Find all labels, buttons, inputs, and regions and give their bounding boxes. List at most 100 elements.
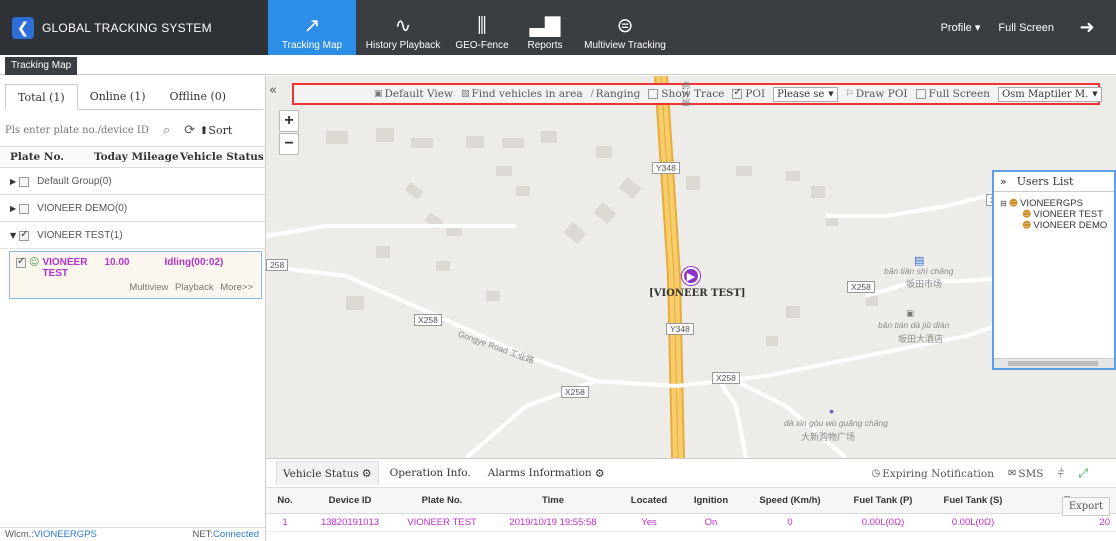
vehicle-marker-icon[interactable]: ▶ — [682, 267, 700, 285]
default-view-label: Default View — [384, 88, 453, 100]
nav-tracking-map-label: Tracking Map — [281, 40, 343, 51]
refresh-icon[interactable]: ⟳ — [184, 123, 195, 138]
shopping-icon: ● — [829, 406, 835, 416]
gear-icon[interactable]: ⚙ — [595, 467, 605, 480]
poi-checkbox[interactable] — [732, 87, 743, 99]
nav-multiview-tracking[interactable]: ⊜ Multiview Tracking — [576, 0, 674, 55]
vehicle-name: VIONEER TEST — [42, 257, 88, 279]
logout-icon[interactable]: ➜ — [1072, 13, 1102, 43]
tab-offline[interactable]: Offline (0) — [158, 84, 239, 109]
place-name: 坂田大酒店 — [898, 334, 944, 344]
tab-operation-info[interactable]: Operation Info. — [384, 462, 477, 484]
group-checkbox[interactable] — [19, 176, 30, 187]
nav-reports[interactable]: ▃▇ Reports — [514, 0, 576, 55]
zoom-out-button[interactable]: − — [279, 133, 299, 155]
area-select-icon: ▧ — [460, 89, 470, 99]
default-view-button[interactable]: ▣ Default View — [374, 88, 453, 100]
group-vioneer-test[interactable]: ▼ VIONEER TEST(1) — [0, 223, 265, 249]
poi-toggle[interactable]: POI — [732, 87, 765, 100]
multiview-link[interactable]: Multiview — [129, 282, 168, 293]
tree-item[interactable]: ☻ VIONEER TEST — [1000, 209, 1114, 220]
ranging-label: Ranging — [595, 88, 641, 100]
place-pinyin: dà xīn gòu wù guǎng chǎng — [784, 418, 888, 428]
search-icon[interactable]: ⌕ — [163, 123, 170, 138]
collapse-left-panel-icon[interactable]: « — [269, 83, 277, 98]
cell-plate-no: VIONEER TEST — [396, 513, 488, 532]
nav-history-playback-label: History Playback — [365, 40, 441, 51]
tab-alarms-information[interactable]: Alarms Information ⚙ — [482, 462, 611, 485]
tab-tracking-map[interactable]: Tracking Map — [5, 57, 78, 75]
expiring-notification-button[interactable]: ◷ Expiring Notification — [871, 468, 994, 480]
table-header-row: No. Device ID Plate No. Time Located Ign… — [266, 487, 1116, 514]
more-link[interactable]: More>> — [220, 282, 253, 293]
collapse-users-list-icon[interactable]: » — [1000, 175, 1007, 188]
tree-root[interactable]: ⊟ ☻ VIONEERGPS — [1000, 198, 1114, 209]
users-list-header: » Users List — [994, 172, 1114, 192]
sms-label: SMS — [1018, 467, 1044, 480]
tab-vehicle-status[interactable]: Vehicle Status ⚙ — [276, 461, 379, 485]
full-screen-button[interactable]: Full Screen — [998, 22, 1054, 34]
expand-arrow-icon[interactable]: ▶ — [10, 204, 16, 213]
group-checkbox[interactable] — [19, 203, 30, 214]
col-plate-no: Plate No. — [10, 151, 64, 163]
profile-menu[interactable]: Profile ▾ — [941, 21, 981, 34]
find-vehicles-button[interactable]: ▧ Find vehicles in area — [461, 88, 583, 100]
show-trace-checkbox[interactable] — [648, 89, 659, 99]
find-vehicles-label: Find vehicles in area — [471, 88, 583, 100]
draw-poi-button[interactable]: ⚐ Draw POI — [846, 88, 908, 100]
cell-t: 20 — [1018, 513, 1116, 532]
map-buildings — [326, 128, 878, 346]
ranging-button[interactable]: ∕ Ranging — [591, 88, 641, 100]
user-icon: ☻ — [1022, 220, 1032, 231]
tree-root-label: VIONEERGPS — [1020, 198, 1083, 209]
sms-button[interactable]: ✉ SMS — [1008, 468, 1044, 480]
profile-label: Profile — [940, 22, 972, 34]
tab-total[interactable]: Total (1) — [5, 84, 78, 110]
playback-link[interactable]: Playback — [175, 282, 214, 293]
export-button[interactable]: Export — [1061, 497, 1110, 516]
group-vioneer-demo[interactable]: ▶ VIONEER DEMO(0) — [0, 196, 265, 222]
sort-button[interactable]: ⬆Sort — [199, 124, 232, 137]
collapse-panel-icon[interactable]: ⫩ — [1058, 466, 1065, 481]
tab-online[interactable]: Online (1) — [78, 84, 158, 109]
tree-item[interactable]: ☻ VIONEER DEMO — [1000, 220, 1114, 231]
app-title: GLOBAL TRACKING SYSTEM — [42, 20, 212, 35]
table-row[interactable]: 1 13820191013 VIONEER TEST 2019/10/19 19… — [266, 513, 1116, 532]
vehicle-filter-tabs: Total (1) Online (1) Offline (0) — [5, 84, 263, 110]
vehicle-actions: Multiview Playback More>> — [125, 282, 253, 293]
col-fuel-tank-s: Fuel Tank (S) — [928, 487, 1018, 514]
group-label: Default Group(0) — [37, 176, 112, 187]
group-checkbox[interactable] — [19, 229, 30, 241]
mail-icon: ✉ — [1007, 468, 1017, 479]
horizontal-scrollbar[interactable] — [994, 358, 1114, 368]
vehicle-item[interactable]: ☺ VIONEER TEST 10.00 Idling(00:02) Multi… — [9, 251, 262, 299]
gear-icon[interactable]: ⚙ — [362, 467, 372, 480]
search-input[interactable] — [5, 121, 155, 139]
scrollbar-thumb[interactable] — [1008, 361, 1098, 366]
expand-arrow-icon[interactable]: ▶ — [10, 177, 16, 186]
cell-speed: 0 — [742, 513, 838, 532]
map-full-screen-toggle[interactable]: Full Screen — [915, 88, 990, 100]
full-screen-checkbox[interactable] — [915, 89, 926, 99]
expand-icon[interactable]: ⤢ — [1078, 466, 1088, 481]
map-canvas[interactable]: « ▣ Default View ▧ Find vehicles in area… — [266, 76, 1116, 458]
vehicle-status-table: No. Device ID Plate No. Time Located Ign… — [266, 487, 1116, 532]
chevron-down-icon: ▾ — [974, 22, 981, 34]
collapse-arrow-icon[interactable]: ▼ — [10, 231, 16, 240]
nav-history-playback[interactable]: ∿ History Playback — [356, 0, 450, 55]
bottom-tabs: Vehicle Status ⚙ Operation Info. Alarms … — [276, 459, 616, 487]
collapse-node-icon[interactable]: ⊟ — [1000, 199, 1007, 208]
pulse-icon: ∿ — [394, 13, 412, 37]
vehicle-list-panel: Total (1) Online (1) Offline (0) ⌕ ⟳ ⬆So… — [0, 76, 266, 541]
group-default[interactable]: ▶ Default Group(0) — [0, 169, 265, 195]
nav-tracking-map[interactable]: ↗ Tracking Map — [268, 0, 356, 55]
car-icon: ⊜ — [616, 13, 634, 37]
col-located: Located — [618, 487, 680, 514]
status-footer: Wlcm.:VIONEERGPS NET:Connected — [0, 527, 265, 541]
poi-select[interactable]: Please se ▼ — [773, 86, 838, 102]
map-type-select[interactable]: Osm Maptiler M. ▼ — [997, 86, 1102, 102]
nav-geo-fence[interactable]: ⫼ GEO-Fence — [450, 0, 514, 55]
cell-fuel-tank-p: 0.00L(0Ω) — [838, 513, 928, 532]
vehicle-checkbox[interactable] — [16, 256, 26, 268]
zoom-in-button[interactable]: + — [279, 110, 299, 132]
